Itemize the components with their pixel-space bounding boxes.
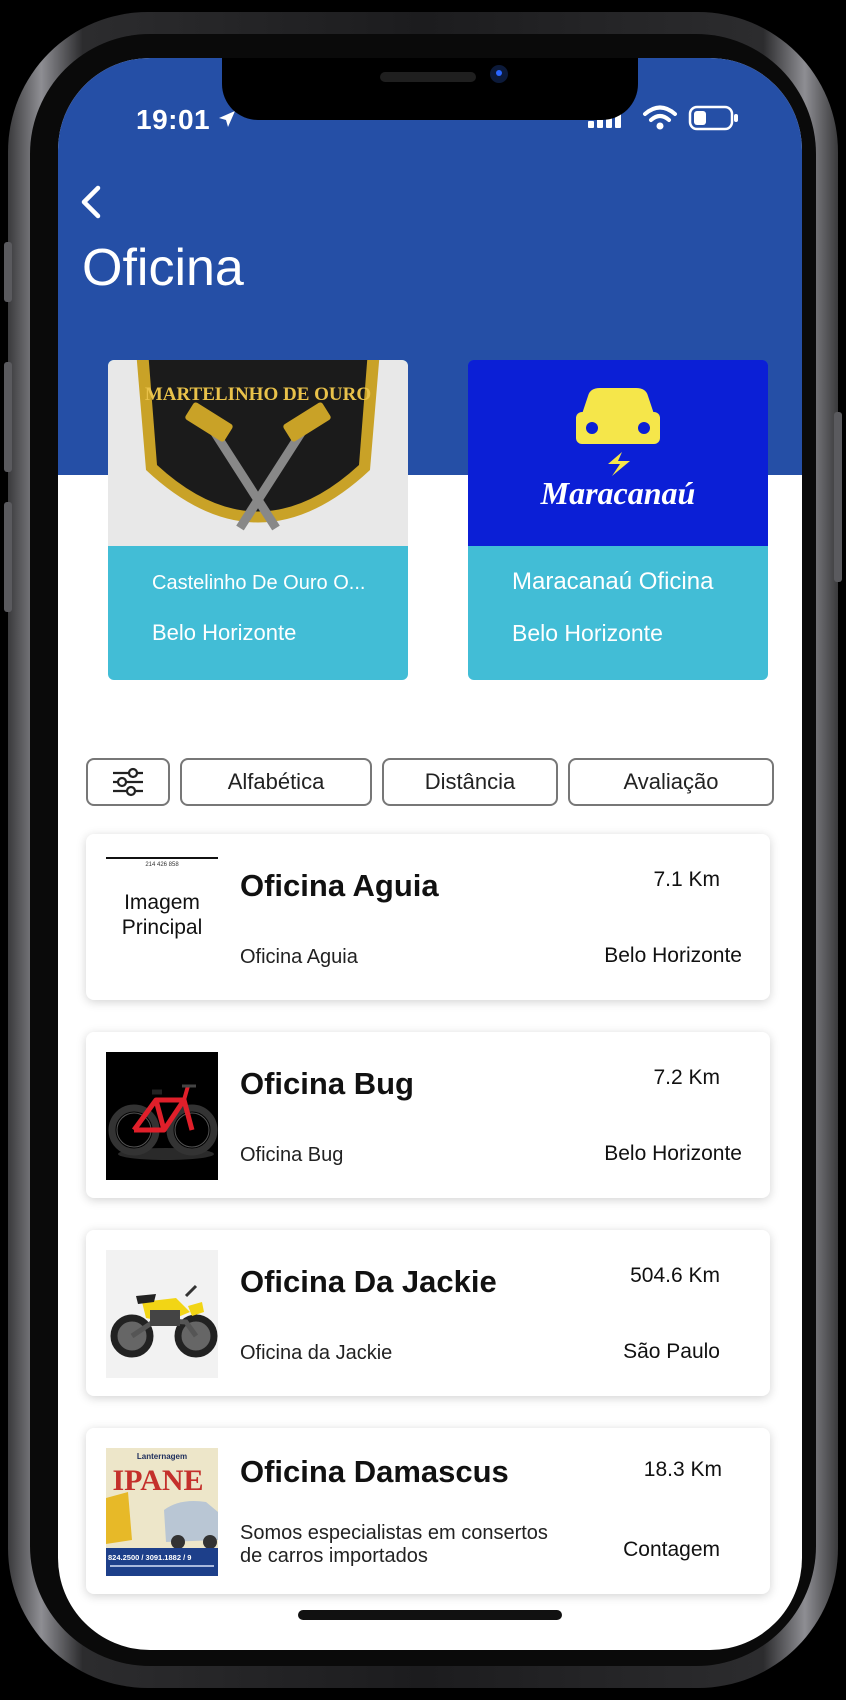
thumb-subtext: Lanternagem — [137, 1452, 187, 1461]
martelinho-logo: MARTELINHO DE OURO — [108, 360, 408, 546]
list-item-oficina-damascus[interactable]: Lanternagem IPANE 824.2500 / 3091.1882 /… — [86, 1428, 770, 1594]
filter-options-button[interactable] — [86, 758, 170, 806]
app-screen: 19:01 Oficina MARTELINHO DE OURO Casteli… — [58, 58, 802, 1650]
list-item-oficina-da-jackie[interactable]: Oficina Da Jackie Oficina da Jackie 504.… — [86, 1230, 770, 1396]
workshop-city: Belo Horizonte — [604, 1142, 742, 1165]
back-button[interactable] — [68, 178, 116, 226]
workshop-thumbnail: 214 426 858 Imagem Principal — [106, 854, 218, 982]
status-time: 19:01 — [136, 104, 211, 135]
power-button — [834, 412, 842, 582]
logo-text: Maracanaú — [540, 475, 696, 511]
workshop-title: Oficina Da Jackie — [240, 1264, 497, 1299]
workshop-description: Somos especialistas em consertos de carr… — [240, 1522, 548, 1567]
workshop-description: Oficina Aguia — [240, 946, 358, 968]
list-item-oficina-bug[interactable]: Oficina Bug Oficina Bug 7.2 Km Belo Hori… — [86, 1032, 770, 1198]
workshop-distance: 7.1 Km — [653, 868, 720, 891]
workshop-city: Belo Horizonte — [604, 944, 742, 967]
front-camera — [490, 65, 508, 83]
sliders-icon — [113, 767, 143, 797]
featured-card-city: Belo Horizonte — [152, 620, 297, 645]
wifi-icon — [643, 105, 677, 130]
chevron-left-icon — [81, 185, 101, 219]
list-item-oficina-aguia[interactable]: 214 426 858 Imagem Principal Oficina Agu… — [86, 834, 770, 1000]
speaker — [380, 72, 476, 82]
thumb-brand-text: IPANE — [112, 1464, 203, 1497]
featured-card-image: Maracanaú — [468, 360, 768, 546]
featured-card-maracanau[interactable]: Maracanaú Maracanaú Oficina Belo Horizon… — [468, 360, 768, 680]
workshop-thumbnail — [106, 1250, 218, 1378]
battery-icon — [688, 105, 738, 131]
bicycle-image — [106, 1052, 218, 1180]
workshop-city: São Paulo — [623, 1340, 720, 1363]
thumb-divider — [106, 857, 218, 859]
sort-rating-button[interactable]: Avaliação — [568, 758, 774, 806]
featured-card-name: Castelinho De Ouro O... — [152, 572, 366, 594]
thumb-caption: 214 426 858 — [145, 862, 179, 868]
featured-card-castelinho[interactable]: MARTELINHO DE OURO Castelinho De Ouro O.… — [108, 360, 408, 680]
workshop-distance: 7.2 Km — [653, 1066, 720, 1089]
workshop-distance: 504.6 Km — [630, 1264, 720, 1287]
thumb-phone-text: 824.2500 / 3091.1882 / 9 — [108, 1553, 191, 1562]
maracanau-logo: Maracanaú — [468, 360, 768, 546]
workshop-thumbnail — [106, 1052, 218, 1180]
mute-switch — [4, 242, 12, 302]
volume-up-button — [4, 362, 12, 472]
sort-alphabetical-button[interactable]: Alfabética — [180, 758, 372, 806]
sort-distance-button[interactable]: Distância — [382, 758, 558, 806]
workshop-title: Oficina Bug — [240, 1066, 414, 1101]
featured-card-city: Belo Horizonte — [512, 620, 663, 646]
home-indicator[interactable] — [298, 1610, 562, 1620]
featured-card-name: Maracanaú Oficina — [512, 568, 714, 595]
workshop-title: Oficina Aguia — [240, 868, 439, 903]
workshop-city: Contagem — [623, 1538, 720, 1561]
notch — [222, 58, 638, 120]
workshop-distance: 18.3 Km — [643, 1458, 722, 1481]
thumb-placeholder-text: Imagem Principal — [121, 891, 203, 939]
ipanema-banner-image: Lanternagem IPANE 824.2500 / 3091.1882 /… — [106, 1448, 218, 1576]
workshop-description: Oficina da Jackie — [240, 1342, 393, 1364]
logo-text: MARTELINHO DE OURO — [145, 384, 371, 405]
motorcycle-image — [106, 1250, 218, 1378]
workshop-description: Oficina Bug — [240, 1144, 344, 1166]
workshop-title: Oficina Damascus — [240, 1454, 509, 1489]
volume-down-button — [4, 502, 12, 612]
page-title: Oficina — [82, 239, 244, 297]
featured-card-image: MARTELINHO DE OURO — [108, 360, 408, 546]
workshop-thumbnail: Lanternagem IPANE 824.2500 / 3091.1882 /… — [106, 1448, 218, 1576]
